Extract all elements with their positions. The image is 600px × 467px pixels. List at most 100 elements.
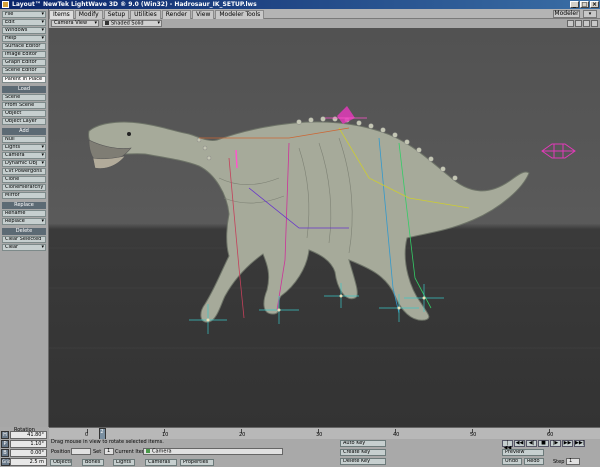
delete-key-button[interactable]: Delete Key [340,458,386,465]
delete-header: Delete [2,228,46,235]
timeline-tick-label: 20 [239,432,246,438]
last-frame-button[interactable]: ▶▶| [574,440,585,447]
window-title: Layout™ NewTek LightWave 3D ® 9.0 (Win32… [12,1,257,8]
maximize-view-icon[interactable] [591,20,598,27]
load-object-button[interactable]: Object [2,110,46,117]
filter-lights-button[interactable]: Lights [113,459,135,466]
camera-viewport[interactable] [49,28,600,427]
p-value-field[interactable]: 1.10° [10,440,47,448]
grid-value-field[interactable]: 2.5 m [10,458,47,466]
filter-objects-button[interactable]: Objects [50,459,72,466]
clone-button[interactable]: Clone [2,176,46,183]
timeline-tick-label: 10 [162,432,169,438]
minimize-button[interactable]: _ [570,1,579,8]
current-item-select[interactable]: Camera [143,448,283,455]
play-reverse-button[interactable]: ◀◀ [514,440,525,447]
current-frame-label: 2 [100,429,104,435]
rotation-p-row: P 1.10° [1,440,48,448]
window-controls: _ □ × [570,1,599,8]
close-button[interactable]: × [590,1,599,8]
eye [127,132,131,136]
step-back-button[interactable]: ◀| [526,440,537,447]
hadrosaur-model [88,116,530,323]
tab-utilities[interactable]: Utilities [130,10,161,19]
auto-key-button[interactable]: Auto Key [340,440,386,447]
properties-button[interactable]: Properties [180,459,214,466]
add-null-button[interactable]: Null [2,136,46,143]
set-label: Set [93,449,102,455]
cvt-powergons-button[interactable]: Cvt Powergons [2,168,46,175]
replace-menu[interactable]: Replace [2,218,46,225]
image-editor-button[interactable]: Image Editor [2,51,46,58]
clear-selected-button[interactable]: Clear Selected [2,236,46,243]
file-menu[interactable]: File [2,11,46,18]
first-frame-button[interactable]: |◀◀ [502,440,513,451]
move-view-icon[interactable] [567,20,574,27]
step-field[interactable]: 1 [566,458,580,465]
add-header: Add [2,128,46,135]
mirror-button[interactable]: Mirror [2,192,46,199]
rotate-view-icon[interactable] [575,20,582,27]
bottom-panel: Rotation H 41.80° P 1.10° B 0.00° Grid 2… [0,427,600,467]
tabs: Items Modify Setup Utilities Render View Model… [49,10,265,19]
load-header: Load [2,86,46,93]
h-axis-label: H [1,431,9,439]
camera-icon [146,449,150,453]
tab-items[interactable]: Items [49,10,74,19]
redo-button[interactable]: Redo [524,458,544,465]
b-value-field[interactable]: 0.00° [10,449,47,457]
play-forward-button[interactable]: ▶▶ [562,440,573,447]
filter-bones-button[interactable]: Bones [82,459,104,466]
tab-view[interactable]: View [192,10,215,19]
edit-menu[interactable]: Edit [2,19,46,26]
rotation-b-row: B 0.00° [1,449,48,457]
zoom-view-icon[interactable] [583,20,590,27]
load-object-layer-button[interactable]: Object Layer [2,118,46,125]
windows-menu[interactable]: Windows [2,27,46,34]
scene-editor-button[interactable]: Scene Editor [2,67,46,74]
timeline-tick-label: 0 [85,432,89,438]
position-field[interactable] [71,448,91,455]
stop-button[interactable]: ■ [538,440,549,447]
modeler-button[interactable]: Modeler [553,10,580,18]
step-forward-button[interactable]: |▶ [550,440,561,447]
b-axis-label: B [1,449,9,457]
add-lights-menu[interactable]: Lights [2,144,46,151]
p-axis-label: P [1,440,9,448]
h-value-field[interactable]: 41.80° [10,431,47,439]
tab-setup[interactable]: Setup [103,10,130,19]
clone-hierarchy-button[interactable]: CloneHierarchy [2,184,46,191]
shading-label: Shaded Solid [111,20,144,27]
step-label: Step [553,459,565,465]
help-menu[interactable]: Help [2,35,46,42]
maximize-button[interactable]: □ [580,1,589,8]
shading-mode-select[interactable]: Shaded Solid [102,20,162,27]
parent-in-place-button[interactable]: Parent in Place [2,76,46,83]
filter-cameras-button[interactable]: Cameras [145,459,177,466]
load-from-scene-button[interactable]: From Scene [2,102,46,109]
create-key-button[interactable]: Create Key [340,449,386,456]
set-field[interactable]: 1 [104,448,114,455]
app-icon [2,1,9,8]
load-scene-button[interactable]: Scene [2,94,46,101]
tab-render[interactable]: Render [161,10,192,19]
tab-modeler-tools[interactable]: Modeler Tools [215,10,265,19]
title-bar: Layout™ NewTek LightWave 3D ® 9.0 (Win32… [0,0,600,9]
rename-button[interactable]: Rename [2,210,46,217]
clear-menu[interactable]: Clear [2,244,46,251]
grid-row: Grid 2.5 m [1,458,48,466]
status-message: Drag mouse in view to rotate selected it… [51,439,164,445]
timeline[interactable]: 0 10 20 30 40 50 60 2 [49,427,600,440]
surface-editor-button[interactable]: Surface Editor [2,43,46,50]
tab-menu-icon[interactable]: ▾ [583,10,597,18]
undo-button[interactable]: Undo [502,458,522,465]
timeline-tick-label: 40 [393,432,400,438]
preview-menu[interactable]: Preview [502,449,544,456]
graph-editor-button[interactable]: Graph Editor [2,59,46,66]
tab-modify[interactable]: Modify [74,10,103,19]
view-mode-select[interactable]: Camera View [51,20,99,27]
add-dynamic-obj-menu[interactable]: Dynamic Obj [2,160,46,167]
tab-bar: Items Modify Setup Utilities Render View Model… [0,9,600,19]
timeline-tick-label: 30 [316,432,323,438]
add-camera-menu[interactable]: Camera [2,152,46,159]
